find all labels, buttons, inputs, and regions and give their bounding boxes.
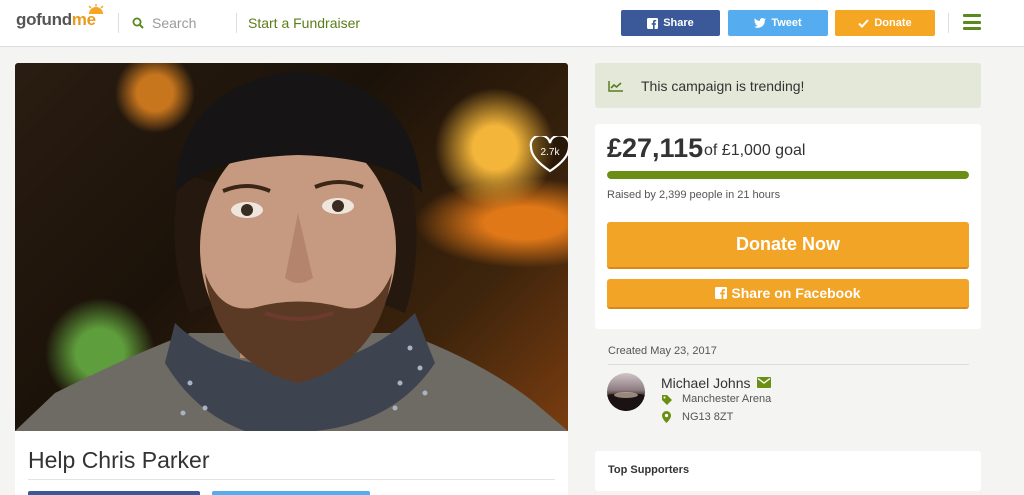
divider: [118, 13, 119, 33]
organizer-category: Manchester Arena: [682, 393, 772, 405]
pin-icon: [662, 411, 671, 423]
organizer-name[interactable]: Michael Johns: [661, 375, 751, 391]
campaign-title-card: Help Chris Parker: [15, 431, 568, 495]
trending-icon: [608, 80, 623, 92]
progress-bar: [607, 171, 969, 179]
facebook-icon: [715, 287, 728, 299]
logo-text-go: gofund: [16, 10, 72, 29]
top-navigation-bar: gofundme Search Start a Fundraiser Share…: [0, 0, 1024, 47]
top-supporters-card: Top Supporters: [595, 451, 981, 491]
share-on-facebook-label: Share on Facebook: [731, 285, 861, 301]
raised-by-text: Raised by 2,399 people in 21 hours: [607, 189, 781, 201]
trending-banner: This campaign is trending!: [595, 63, 981, 108]
logo-sun-icon: [88, 4, 104, 14]
amount-raised: £27,115: [607, 133, 704, 163]
avatar-image: [607, 392, 645, 411]
mail-icon[interactable]: [757, 377, 771, 388]
check-icon: [858, 18, 870, 28]
divider: [608, 364, 969, 365]
campaign-title: Help Chris Parker: [28, 447, 210, 473]
share-button[interactable]: Share: [621, 10, 720, 36]
search-box[interactable]: Search: [132, 13, 196, 33]
organizer-location: NG13 8ZT: [682, 411, 734, 423]
heart-button[interactable]: 2.7k: [529, 136, 568, 174]
search-icon: [132, 17, 144, 29]
tweet-button[interactable]: Tweet: [728, 10, 828, 36]
share-on-facebook-button[interactable]: Share on Facebook: [607, 279, 969, 309]
menu-icon[interactable]: [963, 14, 981, 30]
gofundme-logo[interactable]: gofundme: [16, 4, 104, 30]
donate-now-button[interactable]: Donate Now: [607, 222, 969, 269]
tweet-button-label: Tweet: [771, 17, 802, 29]
campaign-photo: 2.7k: [15, 63, 568, 431]
donate-button[interactable]: Donate: [835, 10, 935, 36]
created-date: Created May 23, 2017: [608, 345, 717, 357]
top-supporters-title: Top Supporters: [608, 464, 690, 476]
progress-bar-fill: [607, 171, 969, 179]
twitter-icon: [754, 18, 767, 28]
facebook-share-button-partial[interactable]: [28, 491, 200, 495]
divider: [236, 13, 237, 33]
facebook-icon: [647, 17, 659, 29]
organizer-avatar[interactable]: [607, 373, 645, 411]
divider: [28, 479, 555, 480]
donation-card: £27,115 of £1,000 goal Raised by 2,399 p…: [595, 124, 981, 329]
twitter-share-button-partial[interactable]: [212, 491, 370, 495]
tag-icon: [662, 395, 672, 405]
divider: [948, 13, 949, 33]
heart-count: 2.7k: [540, 147, 560, 158]
portrait-illustration: [15, 71, 568, 431]
start-fundraiser-link[interactable]: Start a Fundraiser: [248, 15, 360, 31]
trending-text: This campaign is trending!: [641, 77, 805, 94]
search-input[interactable]: Search: [152, 15, 196, 31]
share-button-label: Share: [663, 17, 694, 29]
goal-amount: of £1,000 goal: [704, 142, 806, 159]
donate-button-label: Donate: [874, 17, 912, 29]
